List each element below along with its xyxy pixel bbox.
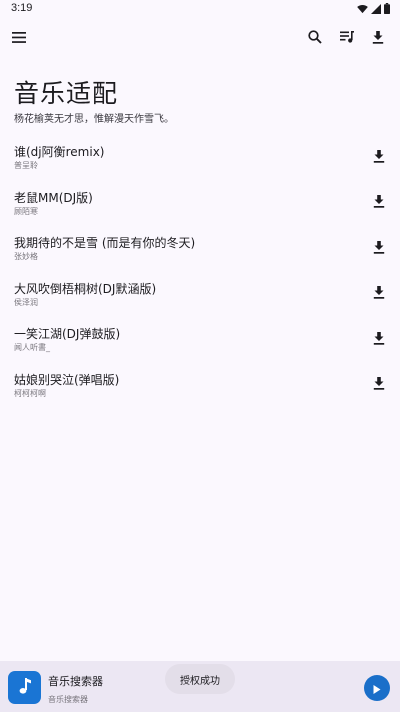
download-button[interactable] [368,328,390,350]
menu-button[interactable] [5,23,33,51]
search-icon [308,30,322,44]
download-icon [373,148,385,167]
list-item[interactable]: 老鼠MM(DJ版) 顾陌寒 [0,182,400,228]
play-icon [373,679,381,698]
song-artist: 柯柯柯啊 [14,388,46,398]
song-title: 老鼠MM(DJ版) [14,190,93,205]
play-button[interactable] [364,675,390,701]
download-button[interactable] [368,192,390,214]
list-item[interactable]: 姑娘别哭泣(弹唱版) 柯柯柯啊 [0,364,400,410]
song-title: 姑娘别哭泣(弹唱版) [14,372,120,387]
song-artist: 侯泽润 [14,297,38,307]
list-item[interactable]: 谁(dj阿衡remix) 普呈聆 [0,136,400,182]
playlist-button[interactable] [333,23,361,51]
search-button[interactable] [301,23,329,51]
list-item[interactable]: 一笑江湖(DJ弹鼓版) 闻人听書_ [0,318,400,364]
song-list: 谁(dj阿衡remix) 普呈聆 老鼠MM(DJ版) 顾陌寒 我期待的不是雪 (… [0,136,400,409]
top-app-bar [0,22,400,54]
song-artist: 普呈聆 [14,161,38,170]
song-title: 我期待的不是雪 (而是有你的冬天) [14,236,196,250]
song-title: 一笑江湖(DJ弹鼓版) [14,327,121,341]
song-artist: 闻人听書_ [14,343,50,352]
song-title: 大风吹倒梧桐树(DJ默涵版) [14,281,157,296]
download-button[interactable] [368,146,390,168]
download-icon [373,239,385,258]
player-subtitle: 音乐搜索器 [48,695,88,704]
download-icon [373,284,385,303]
music-note-icon [18,677,32,699]
song-title: 谁(dj阿衡remix) [14,145,105,159]
menu-icon [12,31,26,43]
signal-icon [371,3,381,14]
page-title: 音乐适配 [14,79,119,108]
album-art [8,671,41,704]
download-all-button[interactable] [364,23,392,51]
list-item[interactable]: 大风吹倒梧桐树(DJ默涵版) 侯泽润 [0,273,400,319]
list-item[interactable]: 我期待的不是雪 (而是有你的冬天) 张妙格 [0,227,400,273]
download-icon [372,30,384,44]
wifi-icon [357,4,368,14]
download-button[interactable] [368,374,390,396]
download-icon [373,193,385,212]
song-artist: 张妙格 [14,252,38,261]
battery-icon [384,3,390,14]
playlist-icon [340,31,354,43]
download-button[interactable] [368,283,390,305]
download-icon [373,375,385,394]
screen: 3:19 音乐适配 杨花榆荚无才思，惟解漫天作雪飞。 谁(dj阿衡remix) … [0,0,400,712]
page-subtitle: 杨花榆荚无才思，惟解漫天作雪飞。 [14,114,174,125]
toast-message: 授权成功 [165,664,235,694]
status-time: 3:19 [11,2,33,14]
download-button[interactable] [368,237,390,259]
player-title: 音乐搜索器 [48,675,103,688]
download-icon [373,330,385,349]
status-icons [357,3,390,14]
status-bar: 3:19 [0,0,400,18]
song-artist: 顾陌寒 [14,206,38,216]
